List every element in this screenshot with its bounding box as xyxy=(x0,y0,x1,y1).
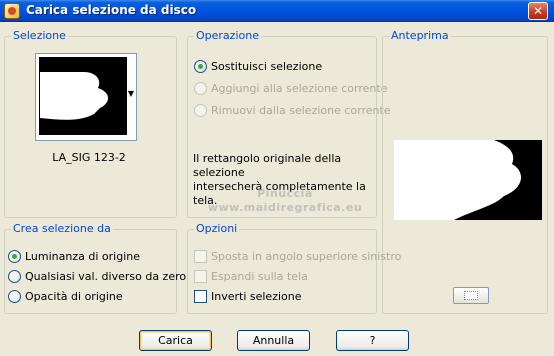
radio-indicator xyxy=(194,103,207,117)
radio-label: Luminanza di origine xyxy=(25,249,140,263)
selection-swatch-dropdown[interactable]: ▼ xyxy=(35,53,137,141)
checkbox-indicator xyxy=(194,269,207,283)
operazione-info: Il rettangolo originale della selezione … xyxy=(193,152,373,208)
anteprima-heading: Anteprima xyxy=(389,29,451,42)
info-line-1: Il rettangolo originale della selezione xyxy=(193,152,342,179)
radio-indicator[interactable] xyxy=(8,269,21,283)
checkbox-indicator xyxy=(194,249,207,263)
annulla-button[interactable]: Annulla xyxy=(237,330,310,351)
radio-indicator xyxy=(194,81,207,95)
checkbox-label: Inverti selezione xyxy=(211,289,302,303)
selezione-heading: Selezione xyxy=(11,29,68,42)
chevron-down-icon[interactable]: ▼ xyxy=(128,90,134,98)
selection-thumbnail xyxy=(39,57,127,135)
preview-toggle-icon xyxy=(464,291,478,300)
checkbox-label: Sposta in angolo superiore sinistro xyxy=(211,249,402,263)
operazione-heading: Operazione xyxy=(194,29,261,42)
preview-image xyxy=(394,140,542,220)
opzioni-heading: Opzioni xyxy=(194,222,240,235)
app-icon xyxy=(4,3,20,19)
radio-label: Sostituisci selezione xyxy=(211,59,323,73)
radio-aggiungi: Aggiungi alla selezione corrente xyxy=(194,81,387,95)
radio-label: Qualsiasi val. diverso da zero xyxy=(25,269,187,283)
radio-indicator[interactable] xyxy=(8,289,21,303)
radio-label: Rimuovi dalla selezione corrente xyxy=(211,103,391,117)
checkbox-espandi: Espandi sulla tela xyxy=(194,269,308,283)
help-button[interactable]: ? xyxy=(336,330,409,351)
carica-button[interactable]: Carica xyxy=(139,330,212,351)
preview-graphic xyxy=(394,140,542,220)
selection-thumbnail-image xyxy=(40,58,126,134)
selection-name: LA_SIG 123-2 xyxy=(52,151,126,164)
close-icon: ✕ xyxy=(532,4,544,18)
info-line-2: intersecherà completamente la tela. xyxy=(193,180,366,207)
crea-heading: Crea selezione da xyxy=(11,222,113,235)
preview-toggle-button[interactable] xyxy=(453,287,489,304)
checkbox-sposta: Sposta in angolo superiore sinistro xyxy=(194,249,401,263)
radio-luminanza[interactable]: Luminanza di origine xyxy=(8,249,140,263)
radio-label: Aggiungi alla selezione corrente xyxy=(211,81,388,95)
checkbox-label: Espandi sulla tela xyxy=(211,269,308,283)
checkbox-inverti[interactable]: Inverti selezione xyxy=(194,289,302,303)
radio-qualsiasi[interactable]: Qualsiasi val. diverso da zero xyxy=(8,269,186,283)
checkbox-indicator[interactable] xyxy=(194,289,207,303)
radio-opacita[interactable]: Opacità di origine xyxy=(8,289,123,303)
window-title: Carica selezione da disco xyxy=(26,3,197,17)
radio-rimuovi: Rimuovi dalla selezione corrente xyxy=(194,103,391,117)
close-button[interactable]: ✕ xyxy=(528,2,548,20)
radio-indicator[interactable] xyxy=(194,59,207,73)
title-bar[interactable]: Carica selezione da disco ✕ xyxy=(0,0,554,22)
radio-label: Opacità di origine xyxy=(25,289,123,303)
radio-indicator[interactable] xyxy=(8,249,21,263)
radio-sostituisci[interactable]: Sostituisci selezione xyxy=(194,59,322,73)
